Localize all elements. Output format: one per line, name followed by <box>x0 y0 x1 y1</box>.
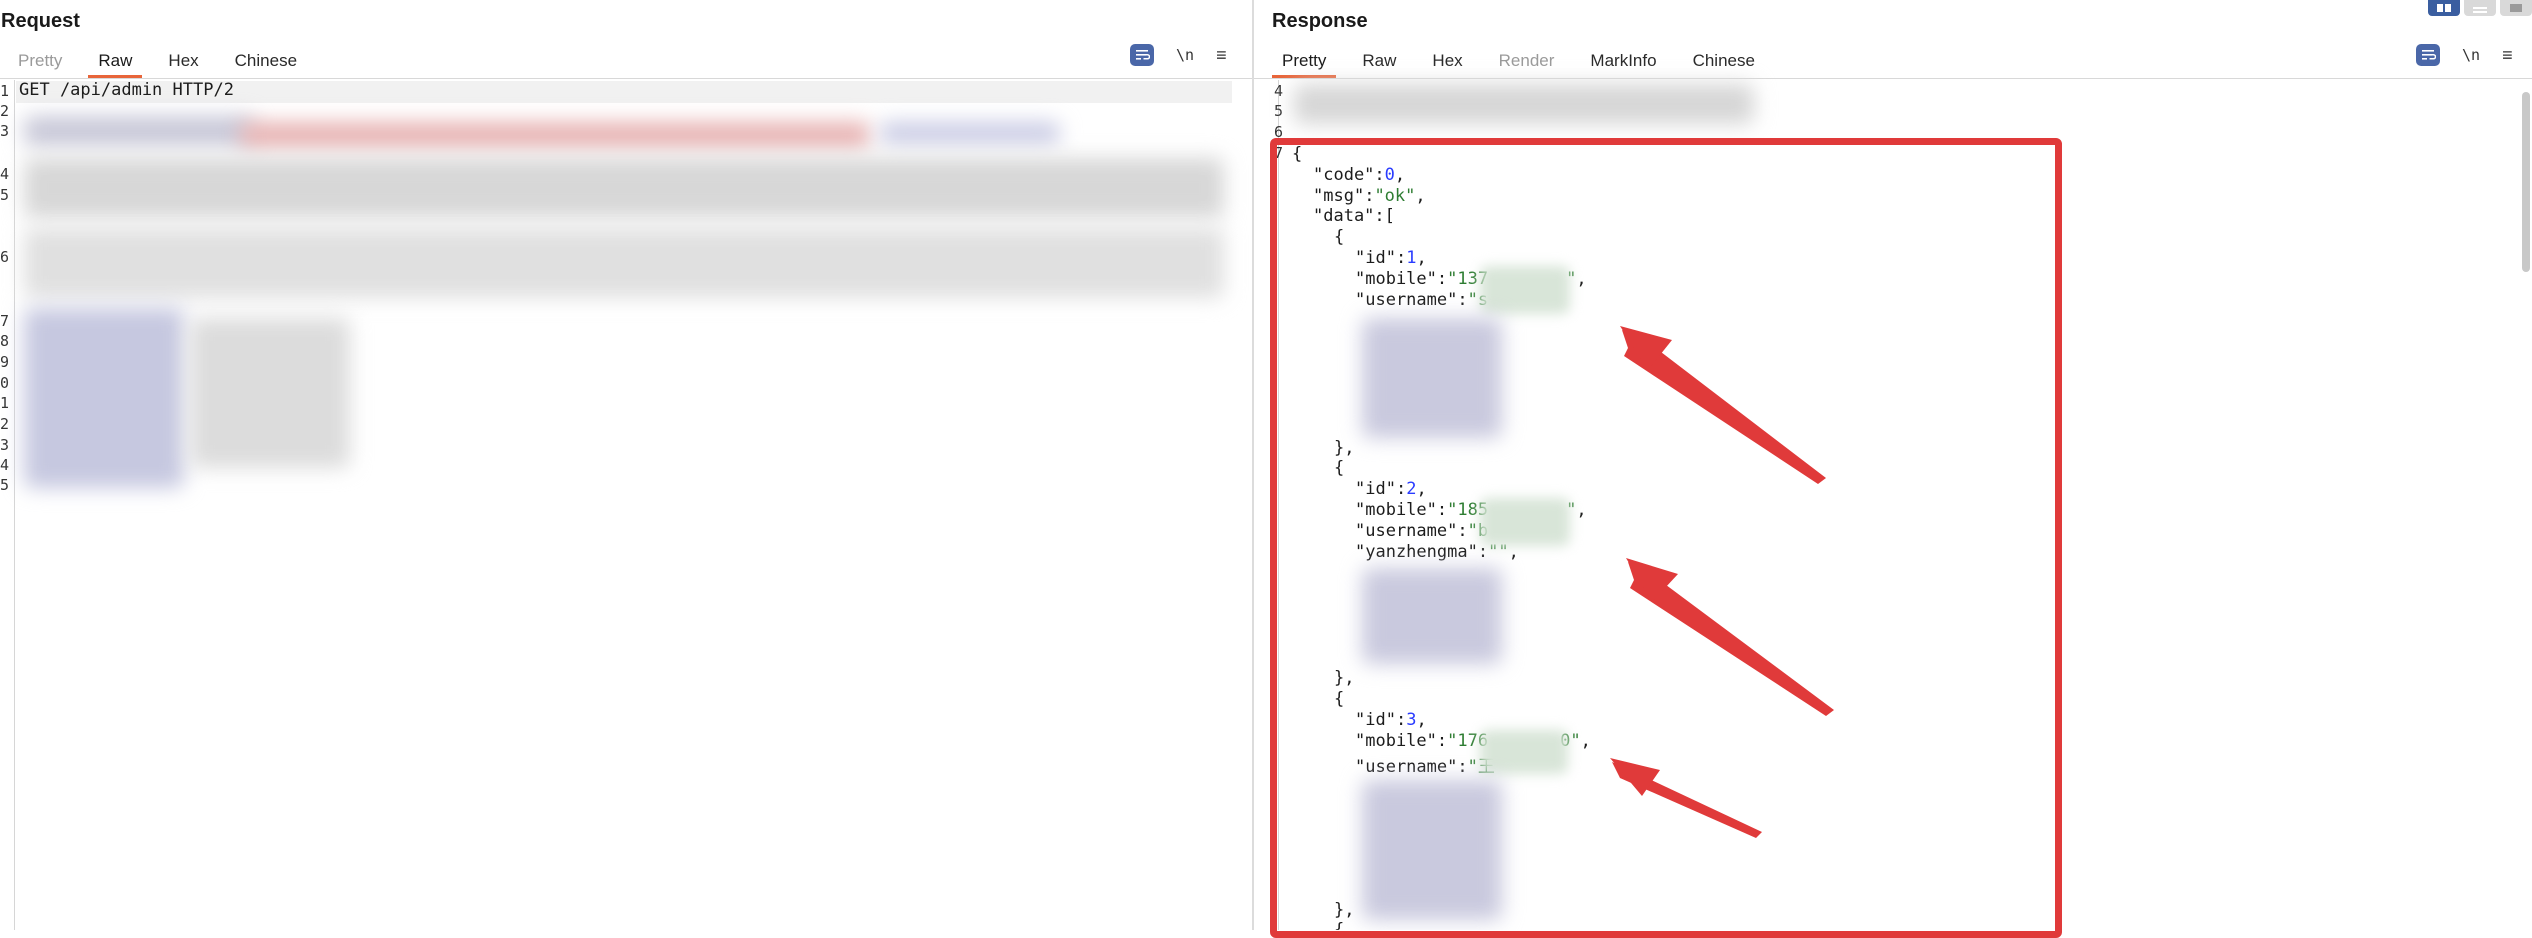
menu-icon[interactable]: ≡ <box>1216 45 1227 66</box>
line-number: 5 <box>0 186 10 204</box>
response-tab-render[interactable]: Render <box>1481 46 1573 76</box>
line-number: 8 <box>0 332 10 350</box>
request-tab-hex[interactable]: Hex <box>150 46 216 76</box>
response-toolbar: \n ≡ <box>2416 44 2513 66</box>
layout-switcher <box>2428 0 2532 16</box>
redacted-region <box>1294 84 1754 124</box>
redacted-region <box>190 318 350 468</box>
layout-stacked-icon[interactable] <box>2464 0 2496 16</box>
wrap-lines-icon[interactable] <box>1130 44 1154 66</box>
response-tab-markinfo[interactable]: MarkInfo <box>1572 46 1674 76</box>
redacted-region <box>24 116 254 146</box>
line-number: 3 <box>0 436 10 454</box>
line-number: 4 <box>0 456 10 474</box>
wrap-lines-icon[interactable] <box>2416 44 2440 66</box>
request-pane: Request Pretty Raw Hex Chinese \n ≡ 1 2 … <box>0 0 1252 930</box>
menu-icon[interactable]: ≡ <box>2502 45 2513 66</box>
line-number: 7 <box>0 312 10 330</box>
response-tab-pretty[interactable]: Pretty <box>1264 46 1344 78</box>
newline-toggle[interactable]: \n <box>2462 46 2480 64</box>
response-tab-underline <box>1254 78 2532 79</box>
redacted-region <box>24 308 184 488</box>
layout-tabs-icon[interactable] <box>2500 0 2532 16</box>
annotation-highlight-box <box>1270 138 2062 938</box>
request-tab-underline <box>0 78 1252 79</box>
line-number: 6 <box>0 248 10 266</box>
request-tabs: Pretty Raw Hex Chinese <box>0 46 315 78</box>
request-tab-chinese[interactable]: Chinese <box>217 46 315 76</box>
response-title: Response <box>1272 10 1368 32</box>
response-tabs: Pretty Raw Hex Render MarkInfo Chinese <box>1264 46 1773 78</box>
redacted-region <box>24 158 1224 218</box>
line-number: 1 <box>0 82 10 100</box>
line-number: 2 <box>0 415 10 433</box>
redacted-region <box>24 228 1224 298</box>
newline-toggle[interactable]: \n <box>1176 46 1194 64</box>
redacted-region <box>240 122 870 148</box>
line-number: 4 <box>0 165 10 183</box>
request-tab-raw[interactable]: Raw <box>80 46 150 78</box>
line-number: 5 <box>1274 102 1284 120</box>
line-number: 2 <box>0 102 10 120</box>
response-tab-hex[interactable]: Hex <box>1414 46 1480 76</box>
line-number: 9 <box>0 353 10 371</box>
response-tab-chinese[interactable]: Chinese <box>1675 46 1773 76</box>
request-line: GET /api/admin HTTP/2 <box>19 80 234 100</box>
request-editor[interactable]: 1 2 3 4 5 6 7 8 9 0 1 2 3 4 5 GET /api/a… <box>0 80 1252 930</box>
line-number: 3 <box>0 122 10 140</box>
request-title: Request <box>1 10 80 32</box>
request-toolbar: \n ≡ <box>1130 44 1227 66</box>
request-tab-pretty[interactable]: Pretty <box>0 46 80 76</box>
line-number: 0 <box>0 374 10 392</box>
line-number: 5 <box>0 476 10 494</box>
layout-side-by-side-icon[interactable] <box>2428 0 2460 16</box>
response-scrollbar[interactable] <box>2522 92 2530 272</box>
line-number: 4 <box>1274 82 1284 100</box>
redacted-region <box>880 122 1060 144</box>
line-number: 1 <box>0 394 10 412</box>
request-gutter <box>14 80 15 930</box>
response-tab-raw[interactable]: Raw <box>1344 46 1414 76</box>
